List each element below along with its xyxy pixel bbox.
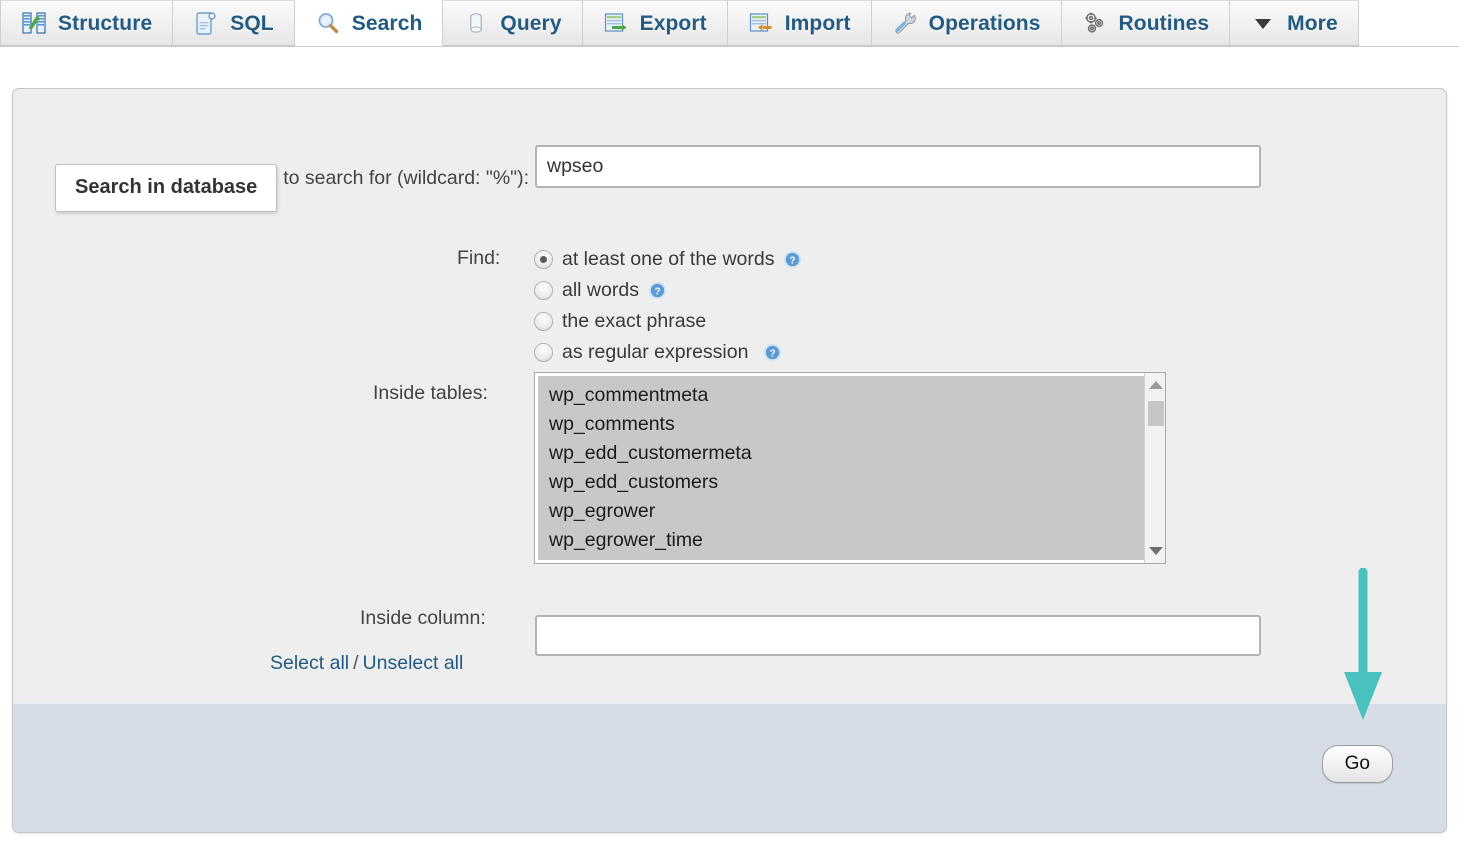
list-item[interactable]: wp_egrower_time xyxy=(538,526,1144,555)
inside-tables-label: Inside tables: xyxy=(373,382,488,405)
radio-input[interactable] xyxy=(534,343,553,362)
radio-input[interactable] xyxy=(534,312,553,331)
help-icon[interactable]: ? xyxy=(763,343,782,362)
tab-label: More xyxy=(1287,13,1338,34)
svg-text:?: ? xyxy=(654,287,660,298)
svg-text:?: ? xyxy=(790,256,796,267)
query-icon xyxy=(463,10,489,36)
scrollbar-thumb[interactable] xyxy=(1148,401,1164,426)
link-separator: / xyxy=(353,652,358,674)
form-footer: Go xyxy=(13,703,1446,832)
tab-search[interactable]: Search xyxy=(295,0,444,46)
tab-operations[interactable]: Operations xyxy=(872,0,1062,46)
tab-label: Import xyxy=(785,13,851,34)
scroll-up-arrow-icon[interactable] xyxy=(1145,375,1166,395)
tab-label: Routines xyxy=(1119,13,1210,34)
export-icon xyxy=(603,10,629,36)
search-input[interactable] xyxy=(535,145,1261,188)
tab-sql[interactable]: SQL xyxy=(173,0,294,46)
radio-input[interactable] xyxy=(534,281,553,300)
tab-label: SQL xyxy=(230,13,273,34)
table-options-list[interactable]: wp_commentmeta wp_comments wp_edd_custom… xyxy=(538,376,1144,560)
structure-icon xyxy=(21,10,47,36)
panel-legend: Search in database xyxy=(55,164,277,212)
help-icon[interactable]: ? xyxy=(783,250,802,269)
list-item[interactable]: wp_comments xyxy=(538,410,1144,439)
inside-tables-listbox[interactable]: wp_commentmeta wp_comments wp_edd_custom… xyxy=(534,372,1166,564)
tab-label: Search xyxy=(352,13,423,34)
tab-label: Operations xyxy=(929,13,1041,34)
listbox-scrollbar[interactable] xyxy=(1144,373,1165,563)
routines-icon xyxy=(1082,10,1108,36)
find-label: Find: xyxy=(457,247,500,270)
list-item[interactable]: wp_edd_customers xyxy=(538,468,1144,497)
chevron-down-icon xyxy=(1250,10,1276,36)
radio-option-at-least-one-word[interactable]: at least one of the words ? xyxy=(534,244,802,275)
radio-label: all words xyxy=(562,279,639,302)
main-tab-bar: Structure SQL Search Query xyxy=(0,0,1459,47)
tab-query[interactable]: Query xyxy=(443,0,582,46)
search-form-panel: Search in database Words or values to se… xyxy=(12,88,1447,833)
sql-icon xyxy=(193,10,219,36)
scroll-down-arrow-icon[interactable] xyxy=(1145,541,1166,561)
find-radio-group: at least one of the words ? all words ? … xyxy=(534,244,802,368)
list-item[interactable]: wp_edd_customermeta xyxy=(538,439,1144,468)
select-all-links: Select all/Unselect all xyxy=(270,652,463,675)
radio-label: as regular expression xyxy=(562,341,748,364)
svg-text:?: ? xyxy=(770,349,776,360)
tab-import[interactable]: Import xyxy=(728,0,872,46)
import-icon xyxy=(748,10,774,36)
unselect-all-link[interactable]: Unselect all xyxy=(363,652,464,674)
search-icon xyxy=(315,10,341,36)
go-button[interactable]: Go xyxy=(1322,745,1393,783)
radio-label: at least one of the words xyxy=(562,248,774,271)
radio-label: the exact phrase xyxy=(562,310,706,333)
inside-column-input[interactable] xyxy=(535,615,1261,656)
tab-label: Query xyxy=(500,13,561,34)
tab-more[interactable]: More xyxy=(1230,0,1359,46)
tab-label: Structure xyxy=(58,13,152,34)
inside-column-label: Inside column: xyxy=(360,607,486,630)
list-item[interactable]: wp_egrower xyxy=(538,497,1144,526)
tab-routines[interactable]: Routines xyxy=(1062,0,1231,46)
radio-option-all-words[interactable]: all words ? xyxy=(534,275,802,306)
tab-structure[interactable]: Structure xyxy=(0,0,173,46)
radio-option-exact-phrase[interactable]: the exact phrase xyxy=(534,306,802,337)
select-all-link[interactable]: Select all xyxy=(270,652,349,674)
tab-export[interactable]: Export xyxy=(583,0,728,46)
help-icon[interactable]: ? xyxy=(648,281,667,300)
operations-icon xyxy=(892,10,918,36)
radio-input[interactable] xyxy=(534,250,553,269)
tab-label: Export xyxy=(640,13,707,34)
radio-option-regular-expression[interactable]: as regular expression ? xyxy=(534,337,802,368)
list-item[interactable]: wp_commentmeta xyxy=(538,381,1144,410)
